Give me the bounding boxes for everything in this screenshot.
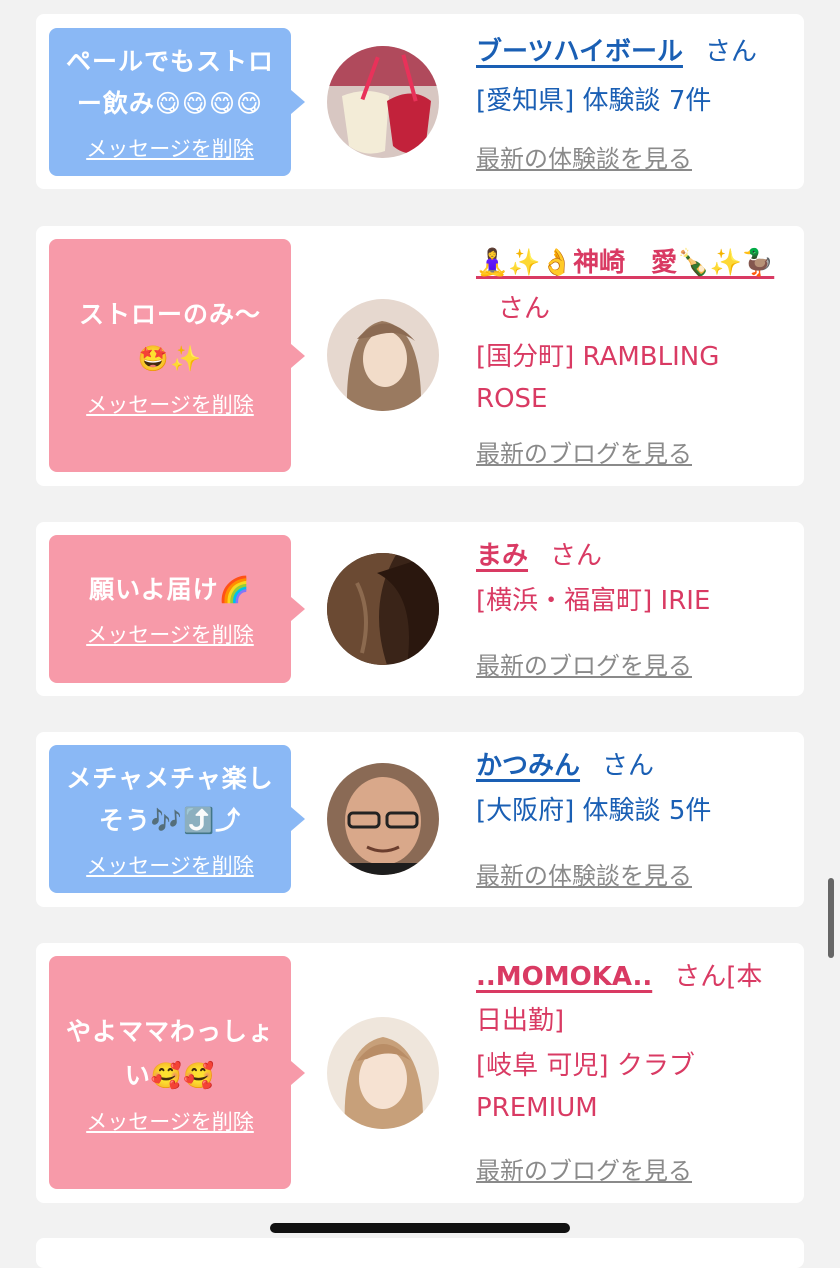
profile-detail: [横浜・福富町] IRIE: [476, 586, 711, 616]
message-text: ペールでもストロー飲み😋😋😋😋: [65, 47, 274, 118]
message-card: ペールでもストロー飲み😋😋😋😋 メッセージを削除 ブーツハイボール さん [愛知県…: [36, 14, 804, 189]
message-card: やよママわっしょい🥰🥰 メッセージを削除 ..MOMOKA.. さん[本日出勤] …: [36, 943, 804, 1203]
profile-name-link[interactable]: まみ: [476, 541, 528, 571]
profile-detail-2: ROSE: [476, 384, 548, 414]
avatar[interactable]: [327, 1017, 439, 1129]
avatar[interactable]: [327, 553, 439, 665]
avatar[interactable]: [327, 763, 439, 875]
home-indicator[interactable]: [270, 1223, 570, 1233]
profile-detail-2: PREMIUM: [476, 1093, 598, 1123]
delete-message-link[interactable]: メッセージを削除: [86, 133, 254, 163]
scrollbar[interactable]: [828, 878, 834, 958]
profile-info: ..MOMOKA.. さん[本日出勤] [岐阜 可児] クラブ PREMIUM: [476, 955, 786, 1129]
message-card: メチャメチャ楽しそう🎶⤴️⤴ メッセージを削除 かつみん さん [大阪府] 体験談…: [36, 732, 804, 907]
avatar[interactable]: [327, 299, 439, 411]
view-latest-link[interactable]: 最新のブログを見る: [476, 646, 692, 681]
view-latest-link[interactable]: 最新のブログを見る: [476, 1151, 692, 1186]
message-text: メチャメチャ楽しそう🎶⤴️⤴: [66, 764, 274, 835]
profile-info: まみ さん [横浜・福富町] IRIE: [476, 534, 786, 622]
message-bubble: ペールでもストロー飲み😋😋😋😋 メッセージを削除: [49, 28, 305, 176]
profile-name-link[interactable]: 🧘‍♀️✨👌神崎 愛🍾✨🦆: [476, 248, 774, 278]
profile-name-link[interactable]: ..MOMOKA..: [476, 962, 652, 992]
message-text: 願いよ届け🌈: [89, 575, 251, 604]
view-latest-link[interactable]: 最新の体験談を見る: [476, 139, 692, 174]
message-bubble: 願いよ届け🌈 メッセージを削除: [49, 535, 305, 683]
honorific: さん: [602, 751, 655, 781]
profile-name-link[interactable]: かつみん: [476, 751, 580, 781]
profile-detail: [愛知県] 体験談 7件: [476, 86, 712, 116]
delete-message-link[interactable]: メッセージを削除: [86, 389, 254, 419]
profile-name-link[interactable]: ブーツハイボール: [476, 37, 683, 67]
message-card-partial: [36, 1238, 804, 1268]
honorific: さん: [550, 541, 603, 571]
profile-detail: [大阪府] 体験談 5件: [476, 796, 712, 826]
message-bubble: ストローのみ〜🤩✨ メッセージを削除: [49, 239, 305, 472]
view-latest-link[interactable]: 最新のブログを見る: [476, 434, 692, 469]
honorific: さん: [704, 37, 757, 67]
delete-message-link[interactable]: メッセージを削除: [86, 850, 254, 880]
message-bubble: やよママわっしょい🥰🥰 メッセージを削除: [49, 956, 305, 1189]
message-text: やよママわっしょい🥰🥰: [65, 1016, 274, 1090]
delete-message-link[interactable]: メッセージを削除: [86, 619, 254, 649]
profile-detail: [岐阜 可児] クラブ: [476, 1051, 695, 1081]
view-latest-link[interactable]: 最新の体験談を見る: [476, 856, 692, 891]
message-text: ストローのみ〜🤩✨: [78, 299, 261, 373]
delete-message-link[interactable]: メッセージを削除: [86, 1106, 254, 1136]
avatar[interactable]: [327, 46, 439, 158]
message-card: ストローのみ〜🤩✨ メッセージを削除 🧘‍♀️✨👌神崎 愛🍾✨🦆 さん [国分町]…: [36, 226, 804, 486]
message-card: 願いよ届け🌈 メッセージを削除 まみ さん [横浜・福富町] IRIE 最新のブロ…: [36, 522, 804, 696]
profile-info: 🧘‍♀️✨👌神崎 愛🍾✨🦆 さん [国分町] RAMBLING ROSE: [476, 240, 786, 420]
profile-info: ブーツハイボール さん [愛知県] 体験談 7件: [476, 30, 786, 122]
honorific: さん: [498, 294, 551, 324]
profile-info: かつみん さん [大阪府] 体験談 5件: [476, 744, 786, 832]
profile-detail: [国分町] RAMBLING: [476, 342, 720, 372]
message-bubble: メチャメチャ楽しそう🎶⤴️⤴ メッセージを削除: [49, 745, 305, 893]
